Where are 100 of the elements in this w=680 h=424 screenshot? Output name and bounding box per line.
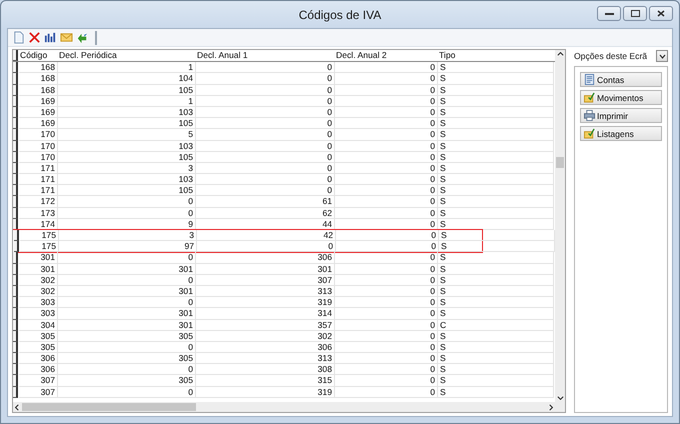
table-cell: S (438, 364, 554, 376)
table-cell: 105 (58, 152, 196, 163)
column-header[interactable]: Decl. Anual 1 (196, 50, 335, 62)
row-header[interactable] (13, 274, 18, 286)
table-cell: S (438, 353, 554, 364)
row-header[interactable] (13, 375, 18, 387)
bar-chart-icon[interactable] (44, 31, 57, 44)
scroll-down-icon[interactable] (556, 395, 564, 402)
folder-check-icon (584, 128, 595, 139)
table-cell: 306 (196, 252, 335, 264)
column-header[interactable]: Decl. Anual 2 (335, 50, 438, 62)
column-header[interactable]: Tipo (438, 50, 554, 62)
row-header[interactable] (13, 386, 18, 398)
table-cell: 170 (19, 140, 58, 152)
table-cell: 0 (58, 386, 196, 398)
table-cell: 313 (196, 353, 335, 364)
option-button[interactable]: Imprimir (580, 108, 662, 123)
column-header[interactable]: Código (19, 50, 58, 62)
row-header[interactable] (13, 297, 18, 308)
table-cell: 0 (58, 274, 196, 286)
table-cell: S (438, 308, 554, 320)
table-cell: 308 (196, 364, 335, 376)
table-cell: 301 (58, 286, 196, 298)
row-header[interactable] (13, 106, 18, 118)
table-cell: 0 (196, 62, 335, 74)
table-cell: 357 (196, 320, 335, 331)
option-button[interactable]: Movimentos (580, 90, 662, 105)
table-cell: 0 (335, 364, 438, 376)
row-header[interactable] (13, 162, 18, 174)
row-header[interactable] (13, 353, 18, 364)
table-cell: 61 (196, 196, 335, 208)
scrollbar-thumb[interactable] (556, 157, 564, 168)
table-cell: 0 (335, 129, 438, 140)
table-cell: 305 (58, 375, 196, 387)
scrollbar-thumb[interactable] (22, 403, 196, 411)
table-cell: S (438, 140, 554, 152)
table-cell: 175 (20, 241, 59, 252)
table-cell: 175 (20, 230, 59, 242)
row-header[interactable] (13, 286, 18, 298)
row-header[interactable] (13, 342, 18, 354)
dropdown-button[interactable] (656, 50, 668, 62)
row-header[interactable] (13, 196, 18, 208)
table-cell: 0 (58, 208, 196, 219)
table-cell: S (438, 84, 554, 96)
option-button[interactable]: Contas (580, 72, 662, 87)
table-cell: 0 (336, 241, 439, 252)
row-header[interactable] (14, 241, 19, 252)
row-header[interactable] (13, 185, 18, 196)
row-header[interactable] (13, 330, 18, 342)
table-cell: 0 (335, 218, 438, 230)
table-cell: 168 (19, 62, 58, 74)
table-cell: 0 (196, 140, 335, 152)
window-title: Códigos de IVA (298, 8, 382, 22)
table-cell: 3 (59, 230, 197, 242)
table-cell: S (438, 264, 554, 275)
scroll-up-icon[interactable] (556, 50, 564, 57)
table-cell: 0 (335, 185, 438, 196)
table-cell: 319 (196, 297, 335, 308)
row-header[interactable] (13, 62, 18, 74)
column-header[interactable]: Decl. Periódica (58, 50, 196, 62)
row-header[interactable] (13, 252, 18, 264)
row-header[interactable] (13, 308, 18, 320)
row-header[interactable] (13, 364, 18, 376)
row-header[interactable] (13, 73, 18, 85)
table-cell: 0 (335, 308, 438, 320)
table-cell: S (438, 162, 554, 174)
row-header[interactable] (13, 129, 18, 140)
row-header[interactable] (13, 118, 18, 130)
horizontal-scrollbar[interactable] (13, 402, 555, 412)
row-header[interactable] (13, 140, 18, 152)
maximize-button[interactable] (623, 6, 647, 21)
row-header[interactable] (13, 152, 18, 163)
table-cell: 307 (19, 375, 58, 387)
table-cell: 1 (58, 62, 196, 74)
row-header[interactable] (13, 320, 18, 331)
new-document-icon[interactable] (12, 31, 25, 44)
row-header[interactable] (13, 96, 18, 107)
row-header[interactable] (13, 50, 18, 62)
table-cell: 1 (58, 96, 196, 107)
row-header[interactable] (13, 208, 18, 219)
document-icon (584, 74, 595, 85)
delete-icon[interactable] (28, 31, 41, 44)
table-cell: S (438, 174, 554, 186)
row-header[interactable] (13, 174, 18, 186)
vertical-scrollbar[interactable] (555, 50, 565, 402)
minimize-button[interactable] (597, 6, 621, 21)
option-button[interactable]: Listagens (580, 126, 662, 141)
scroll-left-icon[interactable] (13, 404, 20, 410)
table-cell: 5 (58, 129, 196, 140)
printer-icon (584, 110, 595, 121)
table-cell: 306 (19, 364, 58, 376)
scroll-right-icon[interactable] (548, 404, 555, 410)
refresh-arrows-icon[interactable] (76, 31, 89, 44)
row-header[interactable] (13, 264, 18, 275)
close-button[interactable] (649, 6, 673, 21)
row-header[interactable] (14, 230, 19, 242)
table-cell: 0 (196, 174, 335, 186)
table-cell: 0 (335, 174, 438, 186)
table-cell: 0 (335, 73, 438, 85)
row-header[interactable] (13, 84, 18, 96)
